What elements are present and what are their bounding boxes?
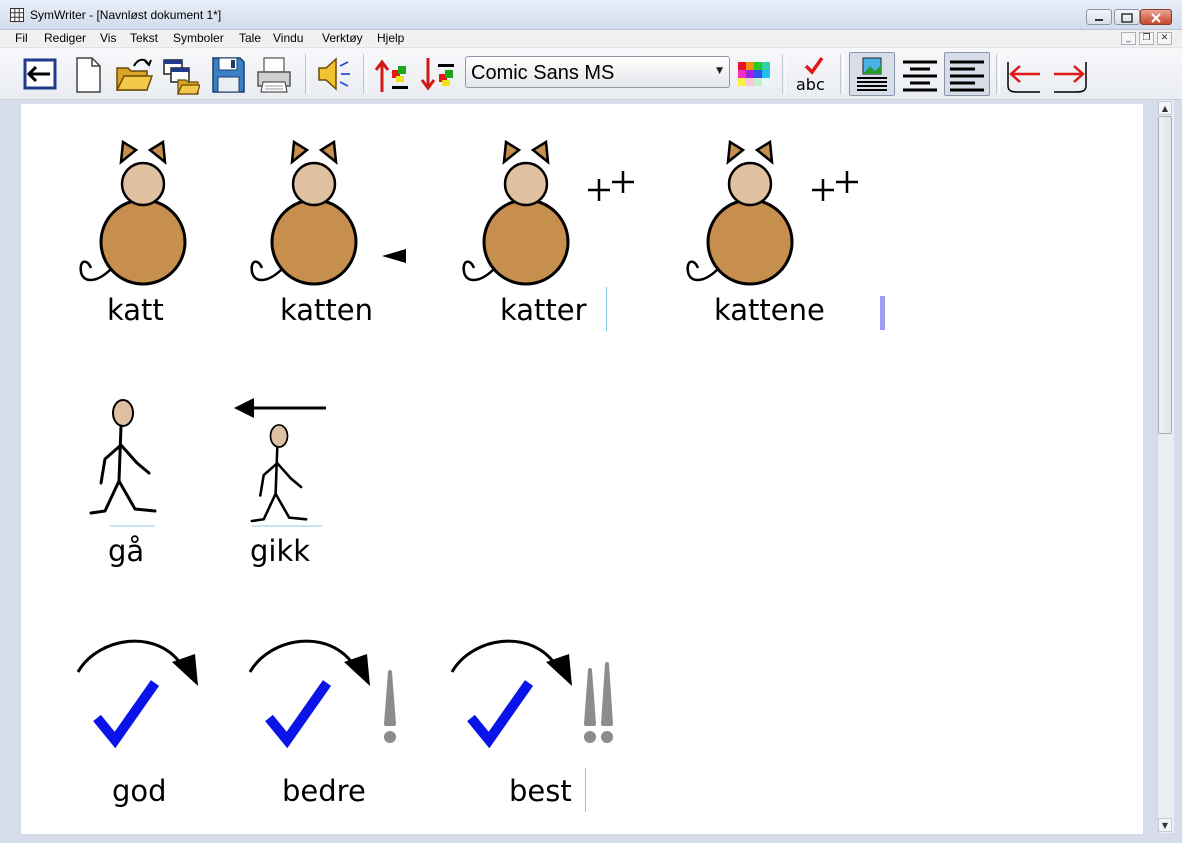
symbol-word[interactable]: katten: [280, 293, 373, 327]
curved-arrow-icon: [76, 639, 200, 688]
text-cursor: [880, 296, 885, 330]
checkmark-icon: [471, 683, 529, 740]
symbol-word[interactable]: bedre: [282, 774, 366, 808]
cat-symbol: [250, 140, 358, 286]
word-boundary-caret: [585, 768, 586, 812]
curved-arrow-icon: [450, 639, 574, 688]
walking-person-icon: [89, 398, 157, 515]
symbol-word[interactable]: best: [509, 774, 572, 808]
cat-symbol: [79, 140, 187, 286]
cat-symbol: [686, 140, 794, 286]
symbol-word[interactable]: katt: [107, 293, 164, 327]
curved-arrow-icon: [248, 639, 372, 688]
cat-symbol: [462, 140, 570, 286]
symbol-word[interactable]: gikk: [250, 534, 310, 568]
checkmark-icon: [269, 683, 327, 740]
symbol-layer: [76, 140, 860, 843]
double-exclamation-icon: [584, 662, 613, 743]
scroll-down-button[interactable]: ▼: [1158, 818, 1172, 832]
scroll-up-button[interactable]: ▲: [1158, 101, 1172, 115]
symbol-word[interactable]: god: [112, 774, 167, 808]
exclamation-icon: [384, 670, 396, 743]
symbol-word[interactable]: katter: [500, 293, 587, 327]
walking-person-icon: [250, 423, 308, 523]
word-boundary-caret: [606, 287, 607, 331]
checkmark-icon: [97, 683, 155, 740]
plural-icon: [810, 169, 860, 203]
symbol-word[interactable]: gå: [108, 534, 144, 568]
definite-marker-icon: [382, 249, 406, 263]
arrow-head-icon: [234, 398, 254, 418]
plural-icon: [586, 169, 636, 203]
scrollbar-thumb[interactable]: [1158, 116, 1172, 434]
symbol-word[interactable]: kattene: [714, 293, 825, 327]
